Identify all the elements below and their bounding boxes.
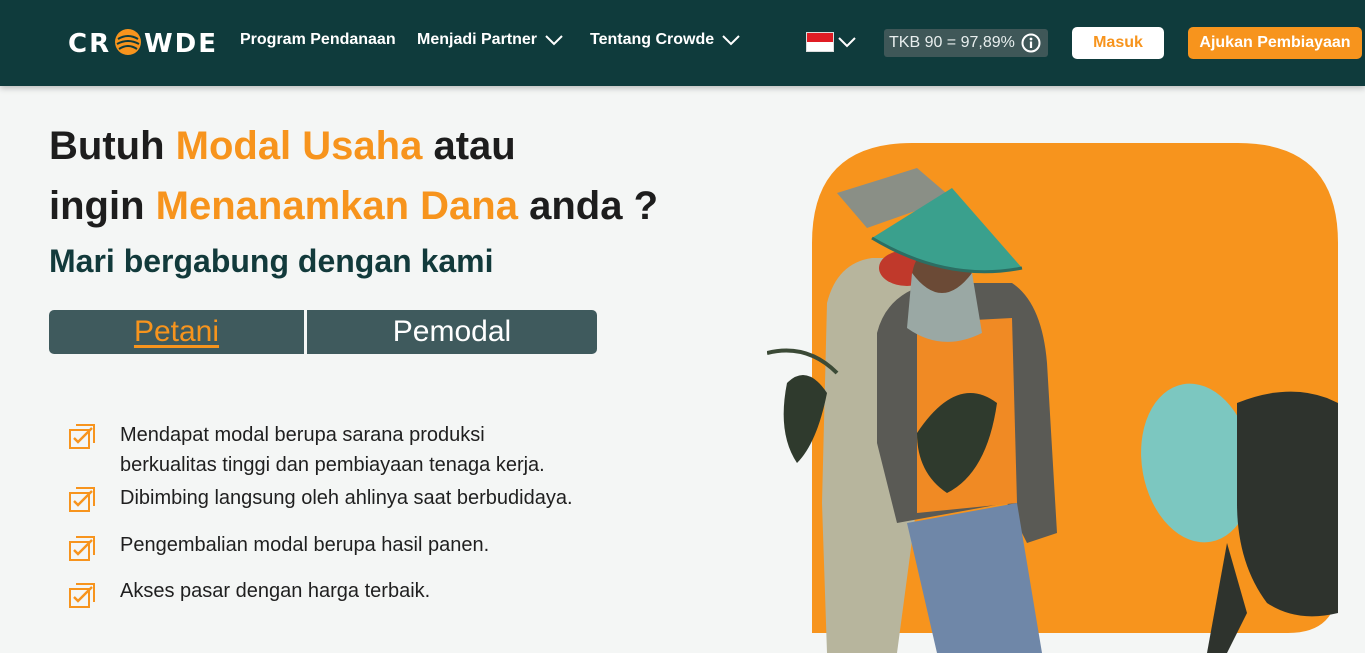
nav-label: Menjadi Partner <box>417 31 538 48</box>
headline-text: atau <box>422 124 516 168</box>
nav-program-pendanaan[interactable]: Program Pendanaan <box>240 31 396 49</box>
checkbox-checked-icon <box>69 583 95 608</box>
checkbox-checked-icon <box>69 424 95 449</box>
nav-label: Program Pendanaan <box>240 31 396 48</box>
benefit-text: Mendapat modal berupa sarana produksi be… <box>120 420 545 480</box>
benefit-text-line: Mendapat modal berupa sarana produksi <box>120 424 485 446</box>
nav-label: Tentang Crowde <box>590 31 715 48</box>
tab-pemodal[interactable]: Pemodal <box>307 310 597 354</box>
svg-text:CR: CR <box>68 29 111 57</box>
chevron-down-icon <box>545 35 563 46</box>
headline-highlight: Modal Usaha <box>175 124 423 168</box>
tkb-text: TKB 90 = 97,89% <box>889 34 1015 51</box>
login-button[interactable]: Masuk <box>1072 27 1164 59</box>
benefit-item: Akses pasar dengan harga terbaik. <box>68 580 430 609</box>
checkbox-checked-icon <box>69 536 95 561</box>
chevron-down-icon <box>722 35 740 46</box>
benefit-item: Mendapat modal berupa sarana produksi be… <box>68 422 545 476</box>
crowde-logo[interactable]: CR WDE <box>68 27 216 57</box>
nav-menjadi-partner[interactable]: Menjadi Partner <box>417 31 563 49</box>
info-icon[interactable] <box>1021 33 1041 53</box>
nav-tentang-crowde[interactable]: Tentang Crowde <box>590 31 740 49</box>
benefit-item: Pengembalian modal berupa hasil panen. <box>68 534 489 562</box>
language-selector[interactable] <box>806 32 856 52</box>
hero-headline-line-2: ingin Menanamkan Dana anda ? <box>49 184 658 229</box>
apply-financing-button[interactable]: Ajukan Pembiayaan <box>1188 27 1362 59</box>
benefit-text-line: berkualitas tinggi dan pembiayaan tenaga… <box>120 454 545 476</box>
hero-headline-line-1: Butuh Modal Usaha atau <box>49 124 516 169</box>
role-tabs: Petani Pemodal <box>49 310 597 354</box>
headline-text: Butuh <box>49 124 176 168</box>
headline-highlight: Menanamkan Dana <box>155 184 518 228</box>
crowde-logo-mark: CR WDE <box>68 29 216 57</box>
top-navbar: CR WDE Program Pendanaan Menjadi Partner… <box>0 0 1365 86</box>
tab-petani[interactable]: Petani <box>49 310 304 354</box>
indonesia-flag-icon <box>806 32 834 52</box>
farmers-hero-image <box>767 143 1338 653</box>
headline-text: ingin <box>49 184 156 228</box>
tkb-badge: TKB 90 = 97,89% <box>884 29 1048 57</box>
headline-text: anda ? <box>517 184 659 228</box>
benefit-text: Akses pasar dengan harga terbaik. <box>120 580 431 602</box>
chevron-down-icon <box>838 37 856 48</box>
benefit-text: Pengembalian modal berupa hasil panen. <box>120 534 490 556</box>
svg-text:WDE: WDE <box>144 29 216 57</box>
benefit-item: Dibimbing langsung oleh ahlinya saat ber… <box>68 485 573 513</box>
checkbox-checked-icon <box>69 487 95 512</box>
hero-subtitle: Mari bergabung dengan kami <box>49 243 494 279</box>
benefit-text: Dibimbing langsung oleh ahlinya saat ber… <box>120 487 573 509</box>
